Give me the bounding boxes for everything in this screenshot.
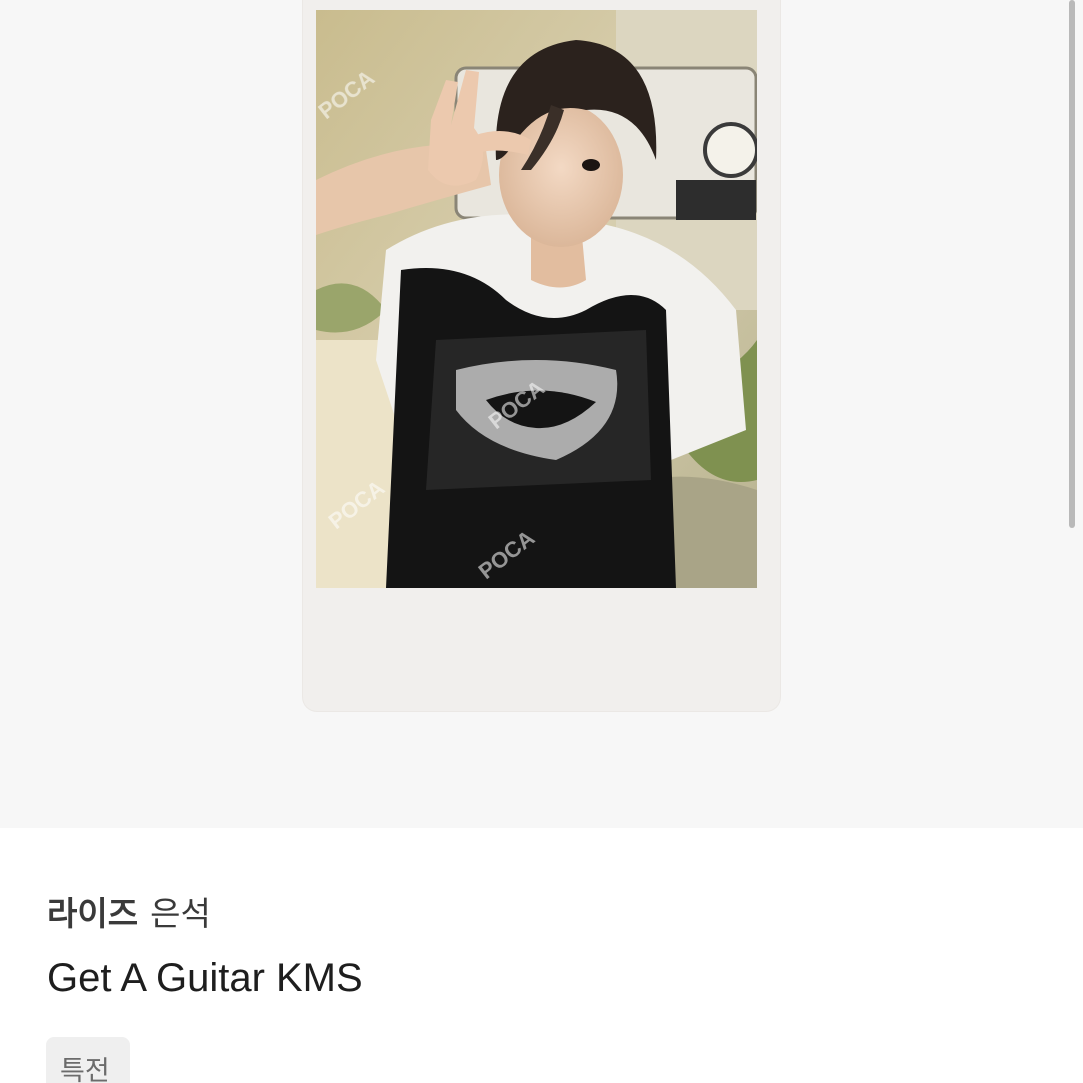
scrollbar[interactable] [1069,0,1075,528]
artist-group-name: 라이즈 [47,894,139,933]
product-image-viewer[interactable]: POCA POCA POCA POCA [0,0,1083,828]
photocard-photo: POCA POCA POCA POCA [316,10,757,588]
category-tag[interactable]: 특전 [46,1037,130,1083]
artist-line: 라이즈 은석 [47,890,211,938]
artist-member-name: 은석 [150,894,211,933]
item-title: Get A Guitar KMS [47,956,363,1000]
